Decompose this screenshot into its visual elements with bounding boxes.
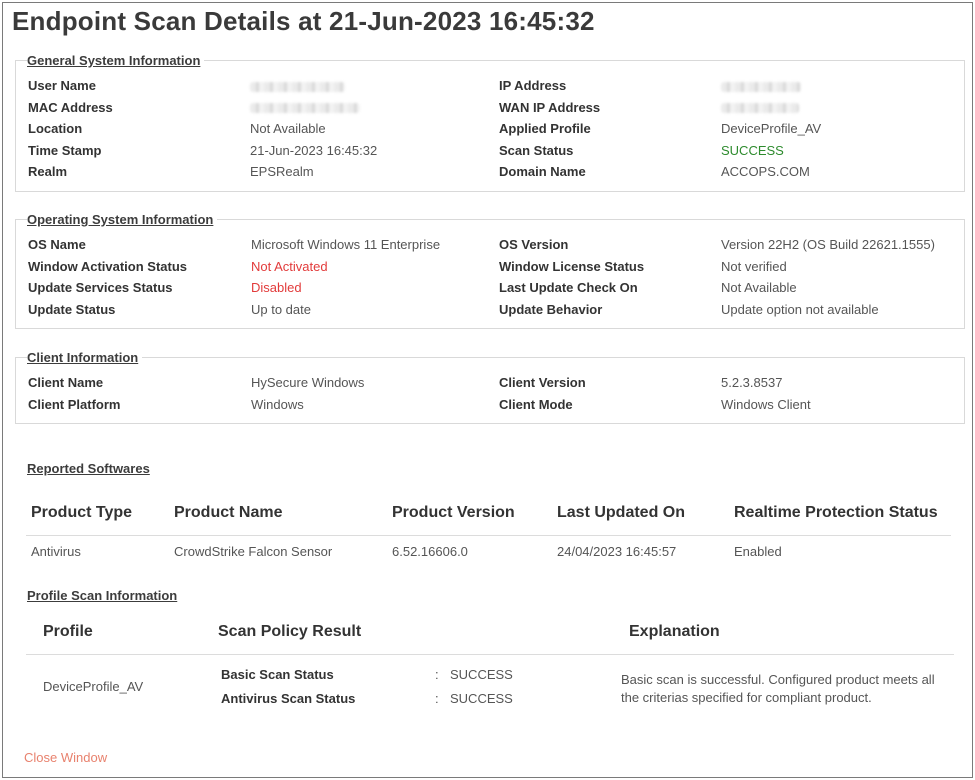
profile-scan-heading: Profile Scan Information xyxy=(27,588,182,603)
user-name-value-redacted xyxy=(250,82,345,92)
location-label: Location xyxy=(28,121,83,136)
realm-label: Realm xyxy=(28,164,68,179)
update-services-label: Update Services Status xyxy=(28,280,173,295)
general-info-box xyxy=(15,60,965,192)
update-status-value: Up to date xyxy=(251,302,311,317)
client-mode-value: Windows Client xyxy=(721,397,811,412)
update-status-label: Update Status xyxy=(28,302,116,317)
os-version-value: Version 22H2 (OS Build 22621.1555) xyxy=(721,237,935,252)
realm-value: EPSRealm xyxy=(250,164,314,179)
page-title: Endpoint Scan Details at 21-Jun-2023 16:… xyxy=(12,6,595,36)
reported-softwares-heading: Reported Softwares xyxy=(27,461,154,476)
softwares-header-divider xyxy=(26,535,951,536)
software-row-version: 6.52.16606.0 xyxy=(392,544,468,559)
software-row-type: Antivirus xyxy=(31,544,81,559)
col-product-type: Product Type xyxy=(31,504,133,521)
mac-address-value-redacted xyxy=(250,103,360,113)
general-info-legend: General System Information xyxy=(27,53,205,68)
client-platform-label: Client Platform xyxy=(28,397,121,412)
applied-profile-value: DeviceProfile_AV xyxy=(721,121,822,136)
update-behavior-label: Update Behavior xyxy=(499,302,603,317)
domain-name-label: Domain Name xyxy=(499,164,586,179)
antivirus-scan-label: Antivirus Scan Status xyxy=(221,691,356,706)
software-row-protection: Enabled xyxy=(734,544,782,559)
software-row-updated: 24/04/2023 16:45:57 xyxy=(557,544,677,559)
user-name-label: User Name xyxy=(28,78,96,93)
antivirus-scan-separator: : xyxy=(435,691,439,706)
client-info-box xyxy=(15,357,965,424)
license-status-value: Not verified xyxy=(721,259,787,274)
os-name-value: Microsoft Windows 11 Enterprise xyxy=(251,237,441,252)
col-last-updated: Last Updated On xyxy=(557,504,686,521)
os-info-legend: Operating System Information xyxy=(27,212,218,227)
col-product-name: Product Name xyxy=(174,504,283,521)
software-row-name: CrowdStrike Falcon Sensor xyxy=(174,544,333,559)
col-realtime-protection: Realtime Protection Status xyxy=(734,504,938,521)
timestamp-value: 21-Jun-2023 16:45:32 xyxy=(250,143,378,158)
activation-status-value: Not Activated xyxy=(251,259,328,274)
ip-address-label: IP Address xyxy=(499,78,567,93)
location-value: Not Available xyxy=(250,121,326,136)
domain-name-value: ACCOPS.COM xyxy=(721,164,810,179)
timestamp-label: Time Stamp xyxy=(28,143,102,158)
wan-ip-label: WAN IP Address xyxy=(499,100,601,115)
client-platform-value: Windows xyxy=(251,397,304,412)
profile-name: DeviceProfile_AV xyxy=(43,679,144,694)
mac-address-label: MAC Address xyxy=(28,100,113,115)
wan-ip-value-redacted xyxy=(721,103,799,113)
client-name-value: HySecure Windows xyxy=(251,375,365,390)
scan-explanation: Basic scan is successful. Configured pro… xyxy=(621,672,935,705)
col-explanation: Explanation xyxy=(629,623,720,640)
activation-status-label: Window Activation Status xyxy=(28,259,188,274)
update-services-value: Disabled xyxy=(251,280,302,295)
basic-scan-separator: : xyxy=(435,667,439,682)
ip-address-value-redacted xyxy=(721,82,801,92)
col-product-version: Product Version xyxy=(392,504,515,521)
client-mode-label: Client Mode xyxy=(499,397,573,412)
basic-scan-label: Basic Scan Status xyxy=(221,667,334,682)
profile-header-divider xyxy=(26,654,954,655)
col-scan-policy-result: Scan Policy Result xyxy=(218,623,362,640)
basic-scan-value: SUCCESS xyxy=(450,667,513,682)
os-name-label: OS Name xyxy=(28,237,86,252)
scan-status-value: SUCCESS xyxy=(721,143,784,158)
client-version-label: Client Version xyxy=(499,375,586,390)
client-version-value: 5.2.3.8537 xyxy=(721,375,783,390)
last-update-check-value: Not Available xyxy=(721,280,797,295)
scan-status-label: Scan Status xyxy=(499,143,574,158)
client-name-label: Client Name xyxy=(28,375,104,390)
last-update-check-label: Last Update Check On xyxy=(499,280,638,295)
license-status-label: Window License Status xyxy=(499,259,645,274)
antivirus-scan-value: SUCCESS xyxy=(450,691,513,706)
os-version-label: OS Version xyxy=(499,237,569,252)
close-window-link[interactable]: Close Window xyxy=(24,750,107,765)
client-info-legend: Client Information xyxy=(27,350,143,365)
applied-profile-label: Applied Profile xyxy=(499,121,591,136)
update-behavior-value: Update option not available xyxy=(721,302,879,317)
col-profile: Profile xyxy=(43,623,93,640)
